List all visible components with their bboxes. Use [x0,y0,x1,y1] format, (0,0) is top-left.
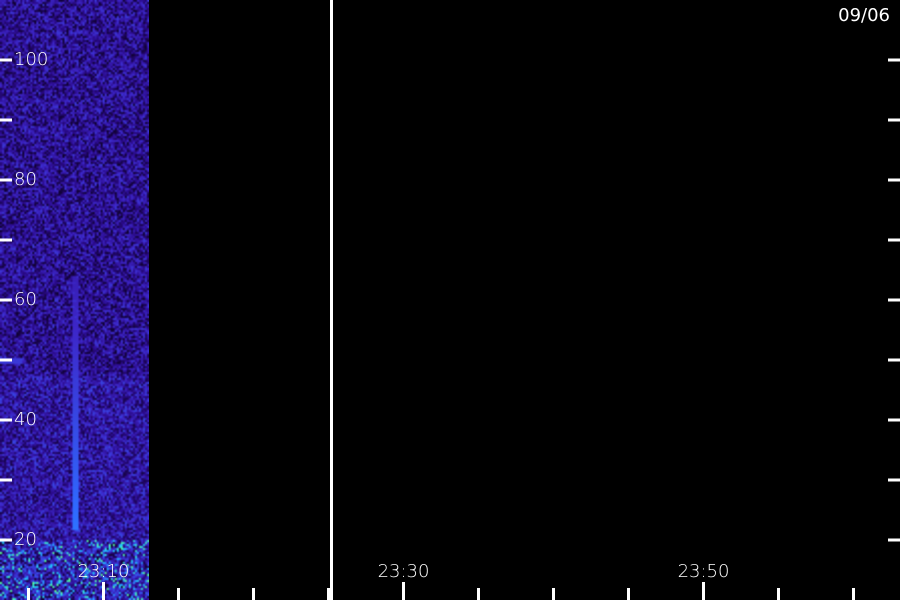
spectrogram-chart [0,0,900,600]
y-tick-label: 100 [14,49,49,70]
date-label: 09/06 [838,5,890,26]
y-tick-label: 40 [14,409,37,430]
y-tick-label: 20 [14,529,37,550]
x-tick-label: 23:30 [377,561,430,582]
y-tick-label: 80 [14,169,37,190]
x-tick-label: 23:10 [77,561,130,582]
y-tick-label: 60 [14,289,37,310]
x-tick-label: 23:50 [677,561,730,582]
